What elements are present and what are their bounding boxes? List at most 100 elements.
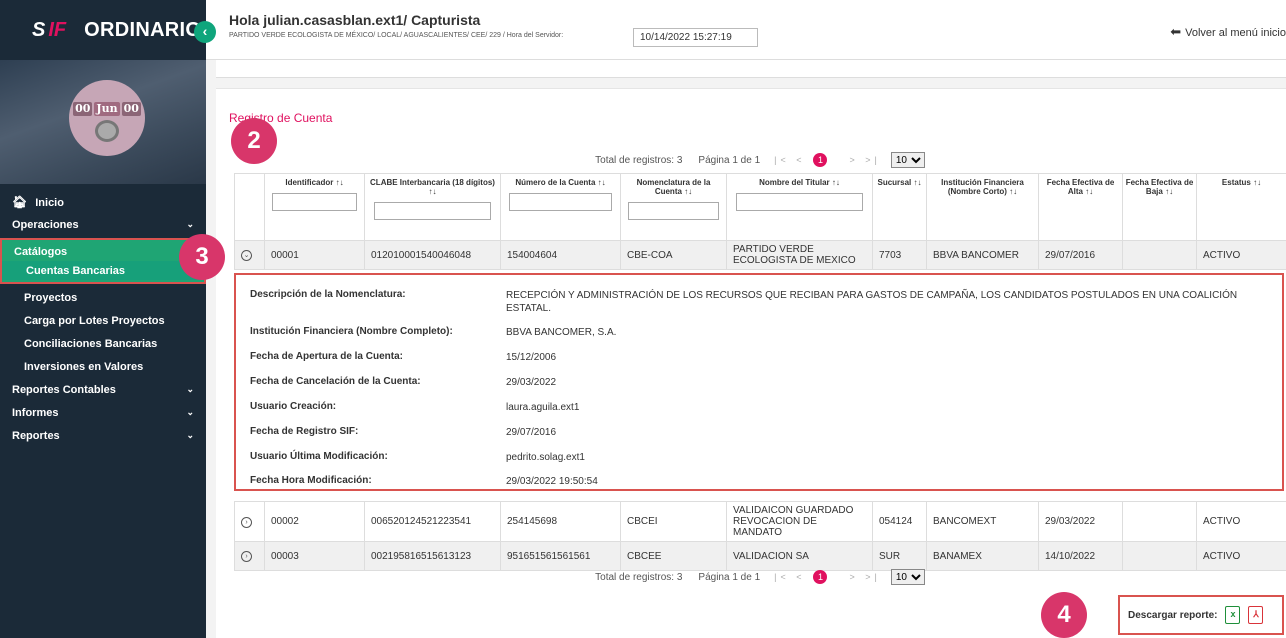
col-label: Identificador — [285, 178, 334, 187]
chevron-down-icon: ⌄ — [186, 430, 194, 440]
sidebar-item-label: Inversiones en Valores — [24, 360, 144, 373]
sort-icon: ↑↓ — [335, 178, 344, 187]
cell-institucion: BANCOMEXT — [926, 501, 1039, 542]
pager-prev-buttons[interactable]: |< < — [774, 572, 805, 582]
col-alta[interactable]: Fecha Efectiva de Alta ↑↓ — [1038, 173, 1123, 241]
cell-alta: 29/07/2016 — [1038, 240, 1123, 270]
collapse-row-icon[interactable]: ⌄ — [241, 250, 252, 261]
pdf-icon[interactable]: ⅄ — [1248, 606, 1264, 624]
sidebar-item-carga-lotes[interactable]: Carga por Lotes Proyectos — [0, 311, 206, 330]
detail-label: Fecha de Apertura de la Cuenta: — [250, 351, 403, 362]
pager-bottom: Total de registros: 3 Página 1 de 1 |< <… — [234, 564, 1286, 590]
cell-clabe: 006520124521223541 — [364, 501, 501, 542]
pager-next-buttons[interactable]: > >| — [849, 155, 880, 165]
profile-banner: 00 Jun 00 — [0, 60, 206, 184]
excel-icon[interactable]: x — [1225, 606, 1241, 624]
detail-label: Usuario Última Modificación: — [250, 451, 388, 462]
pager-next-buttons[interactable]: > >| — [849, 572, 880, 582]
app-mode-title: ORDINARIO — [84, 18, 202, 41]
page-size-select[interactable]: 10 — [890, 569, 925, 585]
user-greeting: Hola julian.casasblan.ext1/ Capturista — [229, 12, 481, 28]
sort-icon: ↑↓ — [1165, 187, 1174, 196]
col-numero[interactable]: Número de la Cuenta ↑↓ — [500, 173, 621, 241]
col-titular[interactable]: Nombre del Titular ↑↓ — [726, 173, 873, 241]
cell-nomenclatura: CBCEI — [620, 501, 727, 542]
current-page-button[interactable]: 1 — [813, 570, 828, 584]
detail-apertura: Fecha de Apertura de la Cuenta: 15/12/200… — [250, 351, 1266, 364]
cell-numero: 254145698 — [500, 501, 621, 542]
cell-sucursal: 054124 — [872, 501, 927, 542]
col-estatus[interactable]: Estatus ↑↓ — [1196, 173, 1286, 241]
detail-value: laura.aguila.ext1 — [506, 402, 580, 413]
sidebar-item-informes[interactable]: Informes ⌄ — [0, 403, 206, 422]
callout-badge-2: 2 — [231, 118, 277, 164]
chevron-down-icon: ⌄ — [186, 219, 194, 229]
back-to-menu-link[interactable]: ⬅︎ Volver al menú inicio — [1170, 24, 1286, 40]
col-identificador[interactable]: Identificador ↑↓ — [264, 173, 365, 241]
filter-identificador-input[interactable] — [271, 193, 358, 211]
sidebar-item-cuentas-bancarias[interactable]: Cuentas Bancarias — [2, 261, 204, 280]
detail-label: Usuario Creación: — [250, 401, 337, 412]
col-clabe[interactable]: CLABE Interbancaria (18 dígitos) ↑↓ — [364, 173, 501, 241]
filter-titular-input[interactable] — [736, 193, 863, 211]
cell-numero: 154004604 — [500, 240, 621, 270]
row-toggle[interactable]: ⌄ — [234, 240, 265, 270]
expand-row-icon[interactable]: › — [241, 516, 252, 528]
detail-ultima-modificacion: Usuario Última Modificación: pedrito.sola… — [250, 451, 1266, 464]
sidebar-item-inicio[interactable]: 🏠︎ Inicio — [0, 192, 206, 211]
page-size-select[interactable]: 10 — [890, 152, 925, 168]
sidebar-group-catalogos: Catálogos Cuentas Bancarias — [0, 238, 206, 284]
total-records: Total de registros: 3 — [595, 154, 683, 166]
sidebar-item-catalogos[interactable]: Catálogos — [2, 242, 204, 261]
page-indicator: Página 1 de 1 — [698, 571, 761, 583]
row-toggle[interactable]: › — [234, 501, 265, 542]
page-indicator: Página 1 de 1 — [698, 154, 761, 166]
expand-row-icon[interactable]: › — [241, 551, 252, 562]
col-sucursal[interactable]: Sucursal ↑↓ — [872, 173, 927, 241]
filter-numero-input[interactable] — [508, 193, 613, 211]
col-label: Sucursal — [877, 178, 912, 187]
callout-badge-3: 3 — [179, 234, 225, 280]
sidebar-item-reportes[interactable]: Reportes ⌄ — [0, 426, 206, 445]
sidebar-item-inversiones[interactable]: Inversiones en Valores — [0, 357, 206, 376]
header: Hola julian.casasblan.ext1/ Capturista P… — [206, 0, 1286, 60]
calendar-graphic: 00 Jun 00 — [73, 102, 141, 116]
detail-label: Institución Financiera (Nombre Completo)… — [250, 326, 453, 337]
detail-value: 15/12/2006 — [506, 352, 557, 363]
col-label: Nombre del Titular — [759, 178, 830, 187]
sidebar-item-reportes-contables[interactable]: Reportes Contables ⌄ — [0, 380, 206, 399]
cell-titular: VALIDAICON GUARDADO REVOCACION DE MANDAT… — [726, 501, 873, 542]
calendar-mid: Jun — [94, 102, 120, 116]
chevron-down-icon: ⌄ — [186, 407, 194, 417]
col-baja[interactable]: Fecha Efectiva de Baja ↑↓ — [1122, 173, 1197, 241]
col-nomenclatura[interactable]: Nomenclatura de la Cuenta ↑↓ — [620, 173, 727, 241]
pager-top: Total de registros: 3 Página 1 de 1 |< <… — [234, 147, 1286, 173]
sort-icon: ↑↓ — [684, 187, 693, 196]
pager-prev-buttons[interactable]: |< < — [774, 155, 805, 165]
detail-value: RECEPCIÓN Y ADMINISTRACIÓN DE LOS RECURS… — [506, 290, 1238, 314]
cell-institucion: BBVA BANCOMER — [926, 240, 1039, 270]
detail-label: Fecha Hora Modificación: — [250, 475, 372, 486]
sidebar-collapse-button[interactable]: ‹ — [194, 21, 216, 43]
sidebar-item-label: Cuentas Bancarias — [26, 264, 126, 277]
col-label: Fecha Efectiva de Alta — [1046, 178, 1115, 196]
col-institucion[interactable]: Institución Financiera (Nombre Corto) ↑↓ — [926, 173, 1039, 241]
sidebar-item-label: Carga por Lotes Proyectos — [24, 314, 165, 327]
detail-value: BBVA BANCOMER, S.A. — [506, 327, 617, 338]
cell-estatus: ACTIVO — [1196, 501, 1286, 542]
table-row[interactable]: › 00002 006520124521223541 254145698 CBC… — [234, 501, 1286, 542]
sidebar-item-operaciones[interactable]: Operaciones ⌄ — [0, 215, 206, 234]
cell-nomenclatura: CBE-COA — [620, 240, 727, 270]
filter-clabe-input[interactable] — [373, 202, 492, 220]
logo-s: S — [32, 18, 46, 41]
current-page-button[interactable]: 1 — [813, 153, 828, 167]
detail-label: Descripción de la Nomenclatura: — [250, 289, 406, 300]
sidebar-item-label: Inicio — [35, 196, 64, 209]
sidebar-item-conciliaciones[interactable]: Conciliaciones Bancarias — [0, 334, 206, 353]
sidebar-item-proyectos[interactable]: Proyectos — [0, 288, 206, 307]
sort-icon: ↑↓ — [1085, 187, 1094, 196]
filter-nomenclatura-input[interactable] — [628, 202, 719, 220]
total-records: Total de registros: 3 — [595, 571, 683, 583]
table-row[interactable]: ⌄ 00001 012010001540046048 154004604 CBE… — [234, 240, 1286, 270]
detail-value: pedrito.solag.ext1 — [506, 452, 585, 463]
